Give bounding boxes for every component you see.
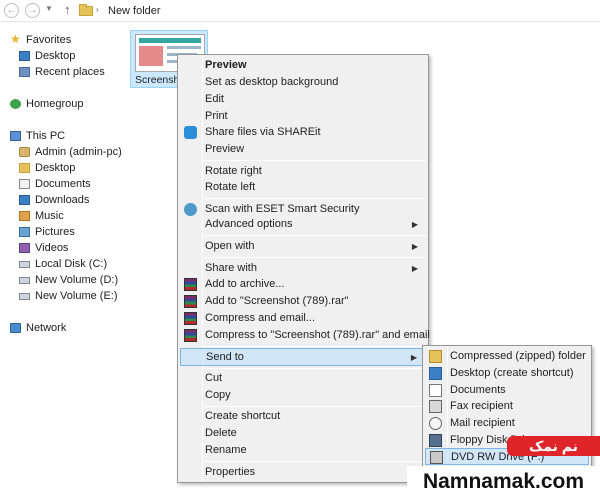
back-arrow-icon: ← [6,5,17,16]
menu-item-print[interactable]: Print [180,108,426,125]
menu-item-share-shareit[interactable]: Share files via SHAREit [180,124,426,141]
downloads-icon [19,195,30,205]
address-bar: ← → ▼ ↑ › New folder [0,0,600,22]
menu-separator [204,257,426,258]
menu-item-edit[interactable]: Edit [180,91,426,108]
sendto-desktop-shortcut[interactable]: Desktop (create shortcut) [425,365,589,382]
menu-item-delete[interactable]: Delete [180,425,426,442]
homegroup-icon [10,99,21,109]
shareit-icon [184,126,197,139]
drive-icon [19,277,30,284]
menu-item-copy[interactable]: Copy [180,387,426,404]
documents-icon [429,384,442,397]
menu-item-send-to[interactable]: Send to ▶ [180,348,426,366]
computer-icon [10,131,21,141]
menu-item-add-to-rar[interactable]: Add to "Screenshot (789).rar" [180,293,426,310]
desktop-icon [19,51,30,61]
music-icon [19,211,30,221]
pictures-icon [19,227,30,237]
menu-item-rename[interactable]: Rename [180,442,426,459]
forward-button[interactable]: → [25,3,40,18]
menu-item-cut[interactable]: Cut [180,370,426,387]
up-arrow-icon: ↑ [64,2,71,17]
menu-separator [204,198,426,199]
submenu-arrow-icon: ▶ [410,353,417,362]
menu-separator [204,368,426,369]
star-icon: ★ [10,32,21,46]
sendto-fax-recipient[interactable]: Fax recipient [425,398,589,415]
submenu-arrow-icon: ▶ [411,264,418,273]
recent-locations-chevron-icon[interactable]: ▼ [45,4,53,13]
zip-folder-icon [429,350,442,363]
recent-places-icon [19,67,30,77]
menu-item-preview[interactable]: Preview [180,141,426,158]
menu-item-add-to-archive[interactable]: Add to archive... [180,276,426,293]
menu-item-set-desktop-background[interactable]: Set as desktop background [180,74,426,91]
breadcrumb-separator: › [96,5,99,14]
floppy-disk-icon [429,434,442,447]
eset-shield-icon [184,203,197,216]
folder-icon [79,4,93,16]
drive-icon [19,293,30,300]
menu-item-open-with[interactable]: Open with ▶ [180,238,426,255]
menu-separator [204,160,426,161]
menu-item-properties[interactable]: Properties [180,464,426,481]
winrar-icon [184,295,197,308]
menu-item-rotate-left[interactable]: Rotate left [180,179,426,196]
menu-item-preview-default[interactable]: Preview [180,57,426,74]
breadcrumb-current-folder[interactable]: New folder [108,5,161,17]
menu-item-advanced-options[interactable]: Advanced options ▶ [180,216,426,233]
winrar-icon [184,329,197,342]
forward-arrow-icon: → [27,5,38,16]
navigation-pane: ★ Favorites Desktop Recent places Homegro… [0,22,122,497]
submenu-arrow-icon: ▶ [411,220,418,229]
videos-icon [19,243,30,253]
menu-item-compress-and-email[interactable]: Compress and email... [180,310,426,327]
winrar-icon [184,278,197,291]
back-button[interactable]: ← [4,3,19,18]
documents-icon [19,179,30,189]
menu-separator [204,346,426,347]
folder-icon [19,163,30,173]
menu-item-create-shortcut[interactable]: Create shortcut [180,408,426,425]
menu-item-share-with[interactable]: Share with ▶ [180,260,426,277]
dvd-drive-icon [430,451,443,464]
menu-item-compress-rar-and-email[interactable]: Compress to "Screenshot (789).rar" and e… [180,327,430,344]
menu-item-rotate-right[interactable]: Rotate right [180,163,426,180]
drive-icon [19,261,30,268]
sendto-mail-recipient[interactable]: Mail recipient [425,415,589,432]
network-icon [10,323,21,333]
context-menu: Preview Set as desktop background Edit P… [177,54,430,483]
mail-icon [429,417,442,430]
up-button[interactable]: ↑ [64,2,71,17]
user-folder-icon [19,147,30,157]
menu-separator [204,235,426,236]
sendto-documents[interactable]: Documents [425,382,589,399]
fax-icon [429,400,442,413]
watermark-site: Namnamak.com [407,466,600,497]
desktop-icon [429,367,442,380]
winrar-icon [184,312,197,325]
submenu-arrow-icon: ▶ [411,242,418,251]
sendto-compressed-folder[interactable]: Compressed (zipped) folder [425,348,589,365]
menu-separator [204,461,426,462]
watermark-badge: نم نمک [507,436,600,456]
menu-separator [204,406,426,407]
